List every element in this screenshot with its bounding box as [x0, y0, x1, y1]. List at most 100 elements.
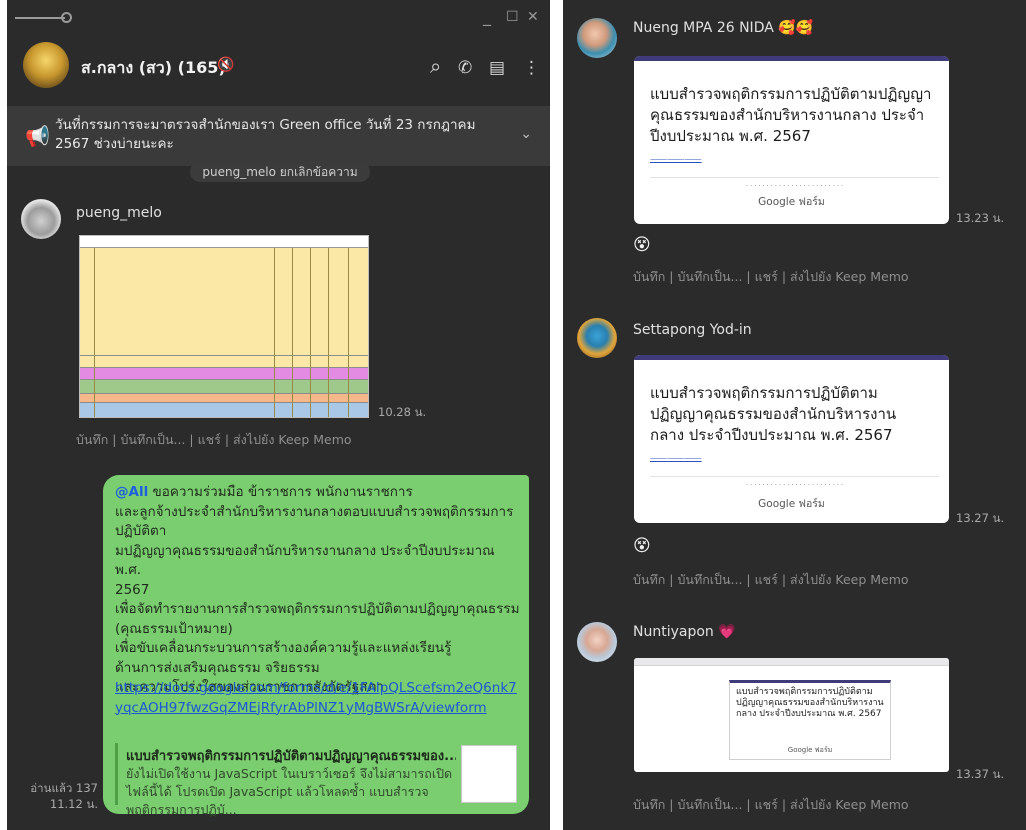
sheet-col-line	[348, 248, 349, 417]
sender-name[interactable]: pueng_melo	[76, 205, 162, 221]
reaction-emoji[interactable]: 😵	[633, 235, 651, 255]
google-form-card[interactable]: แบบสำรวจพฤติกรรมการปฏิบัติตามปฏิญญาคุณธร…	[634, 56, 949, 224]
sender-emoji: 🥰🥰	[778, 20, 814, 36]
google-form-card[interactable]: แบบสำรวจพฤติกรรมการปฏิบัติตามปฏิญญาคุณธร…	[634, 355, 949, 523]
read-count: อ่านแล้ว 137	[30, 781, 98, 795]
browser-toolbar	[634, 658, 949, 666]
message-time: 13.23 น.	[956, 211, 1005, 225]
announcement-bar[interactable]: 📢 วันที่กรรมการจะมาตรวจสำนักของเรา Green…	[7, 106, 550, 166]
form-link[interactable]: https://docs.google.com/forms/d/e/1FAIpQ…	[115, 679, 520, 718]
preview-title: แบบสำรวจพฤติกรรมการปฏิบัติตามปฏิญญาคุณธร…	[126, 749, 456, 764]
link-preview[interactable]: แบบสำรวจพฤติกรรมการปฏิบัติตามปฏิญญาคุณธร…	[115, 743, 517, 817]
avatar-settapong[interactable]	[577, 318, 617, 358]
message-actions: บันทึก | บันทึกเป็น... | แชร์ | ส่งไปยัง…	[76, 432, 352, 447]
sheet-row-green	[80, 380, 368, 394]
action-save[interactable]: บันทึก	[633, 269, 665, 284]
action-save[interactable]: บันทึก	[76, 432, 108, 447]
sender-name[interactable]: Nuntiyapon 💗	[633, 624, 736, 640]
message-line: มปฏิญญาคุณธรรมของสำนักบริหารงานกลาง ประจ…	[115, 542, 495, 579]
message-actions: บันทึก | บันทึกเป็น... | แชร์ | ส่งไปยัง…	[633, 269, 909, 284]
message-line: (คุณธรรมเป้าหมาย)	[115, 620, 233, 637]
mute-icon: 🔇	[217, 57, 235, 73]
action-keep-memo[interactable]: ส่งไปยัง Keep Memo	[233, 432, 352, 447]
call-icon[interactable]: ✆	[458, 58, 472, 78]
action-save-as[interactable]: บันทึกเป็น...	[677, 797, 742, 812]
sheet-col-line	[94, 248, 95, 417]
read-receipt: อ่านแล้ว 137 11.12 น.	[22, 780, 98, 812]
message-line: เพื่อจัดทำรายงานการสำรวจพฤติกรรมการปฏิบั…	[115, 601, 520, 617]
sender-name-text: Nueng MPA 26 NIDA	[633, 20, 774, 36]
message-actions: บันทึก | บันทึกเป็น... | แชร์ | ส่งไปยัง…	[633, 572, 909, 587]
mention-all[interactable]: @All	[115, 484, 148, 500]
sheet-row-pink	[80, 368, 368, 380]
action-save[interactable]: บันทึก	[633, 572, 665, 587]
action-save-as[interactable]: บันทึกเป็น...	[677, 572, 742, 587]
form-login-link: ⸻⸻⸻	[650, 155, 702, 163]
action-share[interactable]: แชร์	[755, 269, 778, 284]
sheet-col-line	[274, 248, 275, 417]
preview-thumbnail	[461, 745, 517, 803]
minimize-button[interactable]: _	[483, 8, 491, 26]
action-share[interactable]: แชร์	[198, 432, 221, 447]
system-note-unsent: pueng_melo ยกเลิกข้อความ	[190, 162, 370, 182]
window-handle-line	[15, 17, 65, 19]
group-name[interactable]: ส.กลาง (สว) (165)	[81, 56, 226, 81]
message-time: 11.12 น.	[49, 797, 98, 811]
chat-window-left: _ ☐ ✕ ส.กลาง (สว) (165) 🔇 ⌕ ✆ ▤ ⋮ 📢 วันท…	[7, 0, 550, 830]
action-save-as[interactable]: บันทึกเป็น...	[120, 432, 185, 447]
message-line: และลูกจ้างประจำสำนักบริหารงานกลางตอบแบบส…	[115, 503, 514, 540]
message-time: 10.28 น.	[378, 405, 427, 419]
sheet-col-line	[310, 248, 311, 417]
own-message-bubble[interactable]: @All ขอความร่วมมือ ข้าราชการ พนักงานราชก…	[103, 475, 529, 817]
sheet-row-yellow-2	[80, 356, 368, 368]
reaction-emoji[interactable]: 😵	[633, 536, 651, 556]
message-body: @All ขอความร่วมมือ ข้าราชการ พนักงานราชก…	[115, 483, 523, 698]
maximize-button[interactable]: ☐	[506, 8, 519, 26]
form-preview-box: แบบสำรวจพฤติกรรมการปฏิบัติตามปฏิญญาคุณธร…	[729, 680, 891, 760]
sender-emoji: 💗	[718, 624, 736, 640]
form-footer: · · · · · · · · · · · · · · · · · · · · …	[650, 177, 939, 190]
message-line: เพื่อขับเคลื่อนกระบวนการสร้างองค์ความรู้…	[115, 640, 452, 656]
sender-name[interactable]: Nueng MPA 26 NIDA 🥰🥰	[633, 20, 813, 36]
message-actions: บันทึก | บันทึกเป็น... | แชร์ | ส่งไปยัง…	[633, 797, 909, 812]
preview-description: ยังไม่เปิดใช้งาน JavaScript ในเบราว์เซอร…	[126, 766, 453, 817]
form-title: แบบสำรวจพฤติกรรมการปฏิบัติตามปฏิญญาคุณธร…	[650, 85, 932, 145]
more-options-icon[interactable]: ⋮	[523, 58, 540, 78]
form-footer: · · · · · · · · · · · · · · · · · · · · …	[650, 476, 939, 489]
google-form-screenshot[interactable]: แบบสำรวจพฤติกรรมการปฏิบัติตามปฏิญญาคุณธร…	[634, 658, 949, 772]
message-time: 13.37 น.	[956, 767, 1005, 781]
google-forms-brand: Google ฟอร์ม	[758, 498, 825, 510]
action-share[interactable]: แชร์	[755, 797, 778, 812]
chevron-down-icon[interactable]: ⌄	[520, 126, 532, 142]
group-avatar[interactable]	[23, 42, 69, 88]
notes-icon[interactable]: ▤	[489, 58, 505, 78]
action-save-as[interactable]: บันทึกเป็น...	[677, 269, 742, 284]
message-line: 2567	[115, 581, 150, 598]
action-keep-memo[interactable]: ส่งไปยัง Keep Memo	[790, 572, 909, 587]
sheet-header-row	[80, 236, 368, 248]
sheet-col-line	[328, 248, 329, 417]
form-header-bar	[634, 56, 949, 61]
action-save[interactable]: บันทึก	[633, 797, 665, 812]
sender-name[interactable]: Settapong Yod-in	[633, 322, 752, 338]
action-keep-memo[interactable]: ส่งไปยัง Keep Memo	[790, 269, 909, 284]
form-title: แบบสำรวจพฤติกรรมการปฏิบัติตามปฏิญญาคุณธร…	[650, 384, 897, 444]
avatar-pueng-melo[interactable]	[21, 199, 61, 239]
message-line: ขอความร่วมมือ ข้าราชการ พนักงานราชการ	[152, 484, 413, 500]
avatar-nueng[interactable]	[577, 18, 617, 58]
sheet-row-yellow	[80, 248, 368, 356]
form-login-link: ⸻⸻⸻	[650, 454, 702, 462]
action-share[interactable]: แชร์	[755, 572, 778, 587]
action-keep-memo[interactable]: ส่งไปยัง Keep Memo	[790, 797, 909, 812]
avatar-nuntiyapon[interactable]	[577, 622, 617, 662]
sender-name-text: Nuntiyapon	[633, 624, 714, 640]
close-button[interactable]: ✕	[527, 8, 539, 26]
announcement-text: วันที่กรรมการจะมาตรวจสำนักของเรา Green o…	[55, 117, 476, 152]
window-handle-knob[interactable]	[61, 12, 72, 23]
form-title: แบบสำรวจพฤติกรรมการปฏิบัติตามปฏิญญาคุณธร…	[736, 687, 884, 719]
megaphone-icon: 📢	[25, 124, 50, 148]
form-header-bar	[634, 355, 949, 360]
spreadsheet-image[interactable]	[79, 235, 369, 418]
sheet-row-blue	[80, 403, 368, 417]
search-icon[interactable]: ⌕	[430, 54, 441, 78]
